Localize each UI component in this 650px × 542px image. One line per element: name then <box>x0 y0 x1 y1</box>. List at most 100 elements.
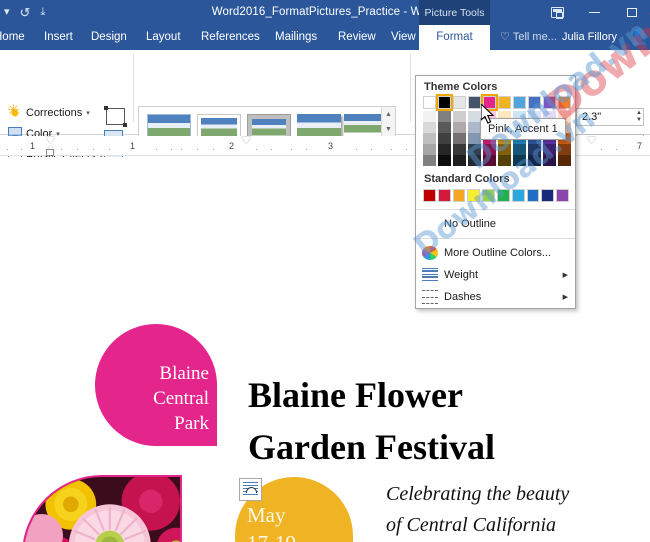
theme-color-variant-swatch[interactable] <box>438 111 451 122</box>
theme-color-variant-swatch[interactable] <box>423 144 436 155</box>
tab-mailings[interactable]: Mailings <box>269 25 323 50</box>
standard-color-swatch[interactable] <box>541 189 555 202</box>
tab-design[interactable]: Design <box>85 25 133 50</box>
ribbon-display-options-button[interactable] <box>539 0 576 25</box>
theme-color-swatch[interactable] <box>558 96 571 109</box>
theme-color-swatch[interactable] <box>543 96 556 109</box>
first-line-indent-marker[interactable] <box>46 137 55 144</box>
flower-image <box>24 477 180 542</box>
theme-color-variant-swatch[interactable] <box>498 144 511 155</box>
left-indent-marker[interactable] <box>46 149 54 156</box>
standard-color-swatch[interactable] <box>526 189 540 202</box>
standard-color-swatch[interactable] <box>482 189 495 202</box>
theme-color-variant-swatch[interactable] <box>528 144 541 155</box>
tab-references[interactable]: References <box>195 25 266 50</box>
theme-color-variant-swatch[interactable] <box>453 155 466 166</box>
tagline-line-1: Celebrating the beauty <box>386 483 570 505</box>
theme-color-variant-swatch[interactable] <box>468 144 481 155</box>
ruler-number: 7 <box>637 141 643 151</box>
standard-colors-grid[interactable] <box>416 188 575 206</box>
theme-color-swatch[interactable] <box>498 96 511 109</box>
tab-layout[interactable]: Layout <box>140 25 187 50</box>
chevron-down-icon: ▾ <box>86 110 90 117</box>
dashes-icon <box>422 290 438 304</box>
theme-color-variant-swatch[interactable] <box>558 144 571 155</box>
theme-color-variant-swatch[interactable] <box>558 155 571 166</box>
weight-label: Weight <box>444 269 479 281</box>
menu-item-weight[interactable]: Weight ▶ <box>416 264 575 286</box>
standard-color-swatch[interactable] <box>437 189 451 202</box>
minimize-icon <box>589 12 600 13</box>
submenu-arrow-icon: ▶ <box>562 272 568 279</box>
theme-color-swatch[interactable] <box>438 96 451 109</box>
submenu-arrow-icon: ▶ <box>562 294 568 301</box>
title-bar: ▾ ↺ ⤓ Word2016_FormatPictures_Practice -… <box>0 0 650 25</box>
crop-icon[interactable] <box>104 106 127 127</box>
theme-color-column[interactable] <box>438 96 451 166</box>
no-outline-label: No Outline <box>444 218 496 230</box>
mouse-cursor <box>481 104 495 124</box>
theme-color-variant-swatch[interactable] <box>468 155 481 166</box>
theme-color-variant-swatch[interactable] <box>438 122 451 133</box>
theme-color-variant-swatch[interactable] <box>543 144 556 155</box>
theme-color-column[interactable] <box>453 96 466 166</box>
person-icon[interactable]: 👤 <box>630 28 649 46</box>
theme-color-variant-swatch[interactable] <box>438 144 451 155</box>
theme-color-swatch[interactable] <box>528 96 541 109</box>
menu-item-dashes[interactable]: Dashes ▶ <box>416 286 575 308</box>
shape-height-field[interactable]: 2.3" ▲ ▼ <box>576 108 644 126</box>
standard-color-swatch[interactable] <box>467 189 481 202</box>
theme-color-variant-swatch[interactable] <box>513 144 526 155</box>
theme-color-variant-swatch[interactable] <box>483 155 496 166</box>
tab-home[interactable]: Home <box>0 25 31 50</box>
layout-options-button[interactable] <box>239 478 262 501</box>
theme-color-swatch[interactable] <box>513 96 526 109</box>
minimize-button[interactable] <box>576 0 613 25</box>
tab-insert[interactable]: Insert <box>38 25 79 50</box>
menu-item-no-outline[interactable]: No Outline <box>416 213 575 235</box>
theme-color-variant-swatch[interactable] <box>453 144 466 155</box>
theme-color-variant-swatch[interactable] <box>483 144 496 155</box>
tell-me-box[interactable]: ♡ Tell me... <box>500 25 557 50</box>
standard-color-swatch[interactable] <box>556 189 569 202</box>
gallery-scroll-up-icon[interactable]: ▲ <box>382 107 395 122</box>
tab-stop-marker[interactable] <box>242 137 251 144</box>
badge-line-1: Blaine <box>159 363 209 384</box>
maximize-button[interactable] <box>613 0 650 25</box>
theme-color-variant-swatch[interactable] <box>453 111 466 122</box>
theme-color-variant-swatch[interactable] <box>423 122 436 133</box>
tab-format[interactable]: Format <box>419 25 490 50</box>
theme-color-variant-swatch[interactable] <box>528 155 541 166</box>
blaine-central-park-badge[interactable]: Blaine Central Park <box>95 324 217 446</box>
shape-height-stepper[interactable]: ▲ ▼ <box>631 109 642 125</box>
right-indent-marker[interactable] <box>587 137 596 144</box>
theme-color-variant-swatch[interactable] <box>453 122 466 133</box>
theme-color-variant-swatch[interactable] <box>423 155 436 166</box>
theme-color-variant-swatch[interactable] <box>543 155 556 166</box>
user-account-name[interactable]: Julia Fillory <box>562 25 617 50</box>
theme-color-swatch[interactable] <box>468 96 481 109</box>
theme-color-variant-swatch[interactable] <box>423 133 436 144</box>
theme-color-column[interactable] <box>423 96 436 166</box>
theme-color-variant-swatch[interactable] <box>423 111 436 122</box>
date-line-1: May <box>247 503 286 527</box>
standard-color-swatch[interactable] <box>511 189 525 202</box>
menu-item-more-outline-colors[interactable]: More Outline Colors... <box>416 242 575 264</box>
theme-color-variant-swatch[interactable] <box>438 133 451 144</box>
standard-color-swatch[interactable] <box>452 189 466 202</box>
flower-photo[interactable] <box>22 475 182 542</box>
corrections-button[interactable]: Corrections ▾ <box>7 103 90 120</box>
theme-color-swatch[interactable] <box>453 96 466 109</box>
tab-review[interactable]: Review <box>332 25 382 50</box>
corrections-icon <box>7 103 22 120</box>
theme-color-variant-swatch[interactable] <box>498 155 511 166</box>
theme-color-swatch[interactable] <box>423 96 436 109</box>
standard-color-swatch[interactable] <box>423 189 436 202</box>
standard-color-swatch[interactable] <box>496 189 510 202</box>
theme-color-variant-swatch[interactable] <box>453 133 466 144</box>
date-badge-text: May 17-19 <box>247 501 343 542</box>
ribbon-display-icon <box>551 7 564 19</box>
tab-view[interactable]: View <box>385 25 422 50</box>
theme-color-variant-swatch[interactable] <box>513 155 526 166</box>
theme-color-variant-swatch[interactable] <box>438 155 451 166</box>
